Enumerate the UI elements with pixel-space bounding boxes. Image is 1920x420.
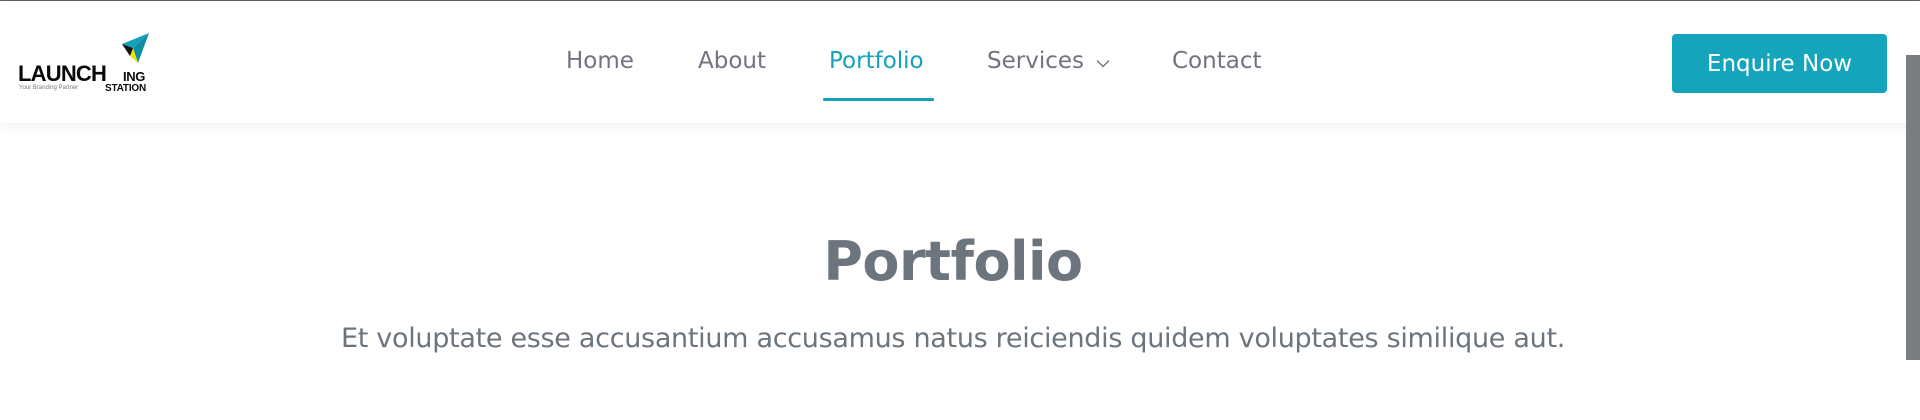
nav-item-contact[interactable]: Contact xyxy=(1172,48,1261,74)
nav-item-portfolio[interactable]: Portfolio xyxy=(829,48,924,74)
scrollbar-thumb[interactable] xyxy=(1906,55,1920,360)
nav-item-home[interactable]: Home xyxy=(566,48,634,74)
site-header: LAUNCH ING STATION Your Branding Partner… xyxy=(0,1,1920,123)
nav-item-about[interactable]: About xyxy=(698,48,766,74)
enquire-now-button[interactable]: Enquire Now xyxy=(1672,34,1887,93)
active-nav-indicator xyxy=(823,98,934,101)
nav-item-services[interactable]: Services xyxy=(987,48,1084,74)
chevron-down-icon[interactable] xyxy=(1096,59,1110,68)
main-nav: Home About Portfolio Services Contact xyxy=(0,1,1920,123)
page-subtitle: Et voluptate esse accusantium accusamus … xyxy=(340,323,1566,354)
page-title: Portfolio xyxy=(823,230,1083,293)
